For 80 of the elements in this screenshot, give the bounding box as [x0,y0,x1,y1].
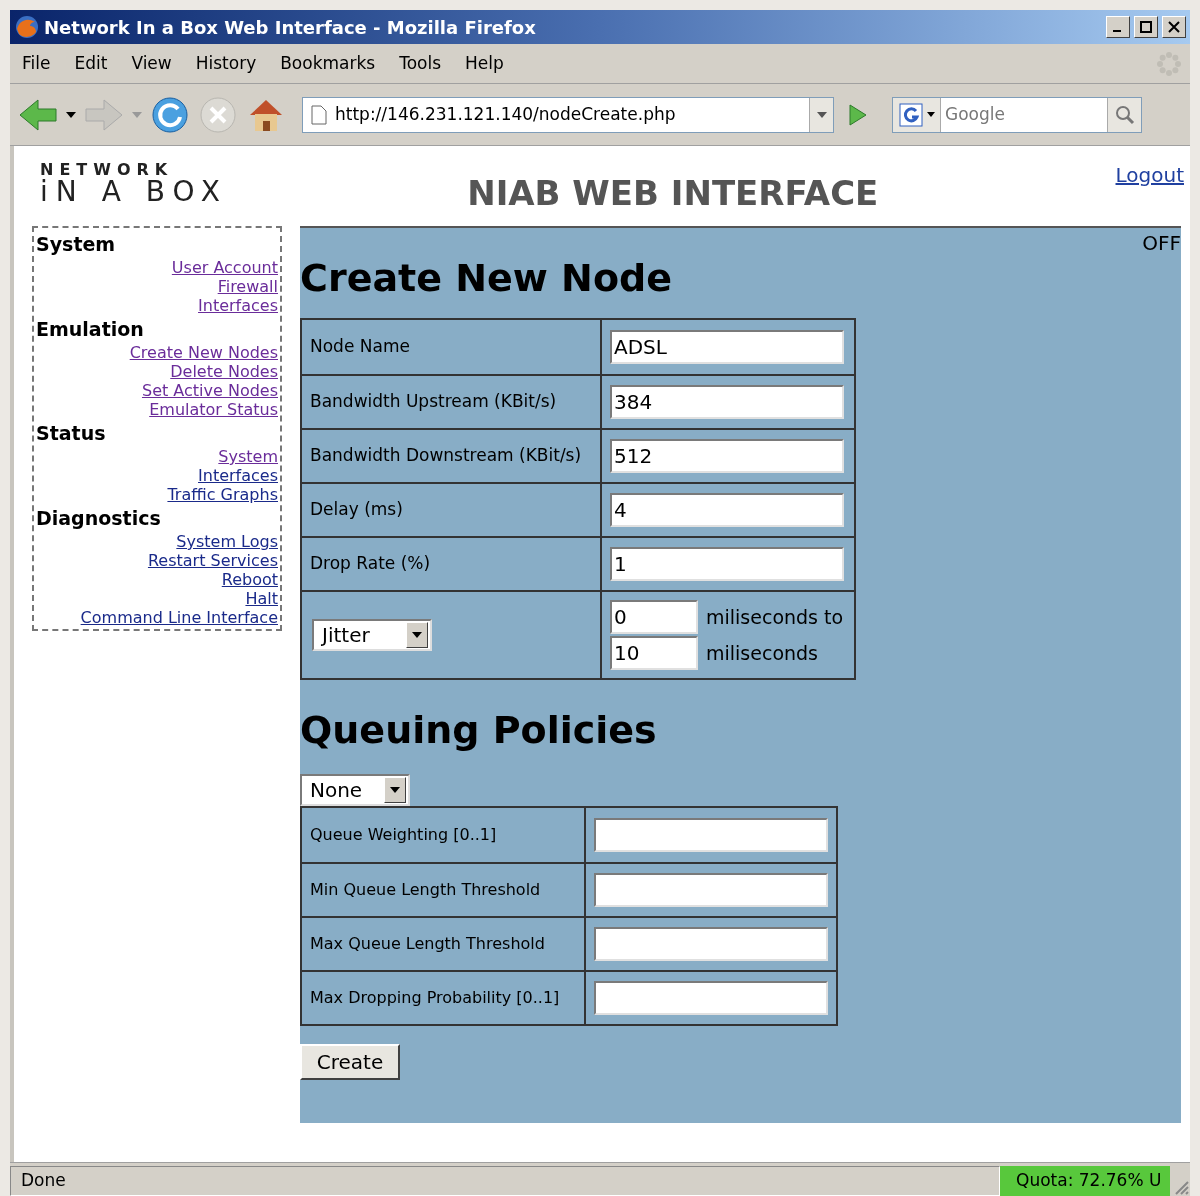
field-label: Queue Weighting [0..1] [310,824,497,846]
form-heading: Create New Node [300,255,673,302]
sidebar-link[interactable]: Restart Services [147,551,278,570]
sidebar-link[interactable]: Interfaces [198,466,278,485]
maximize-button[interactable] [1134,16,1158,38]
quota-indicator: Quota: 72.76% U [1000,1166,1170,1196]
minimize-button[interactable] [1106,16,1130,38]
create-button[interactable]: Create [300,1044,400,1080]
field-label: Max Dropping Probability [0..1] [310,987,560,1009]
input-field[interactable]: 0 [610,600,698,634]
page-icon [311,104,327,125]
sidebar-link[interactable]: Delete Nodes [170,362,278,381]
input-field[interactable] [594,818,828,852]
reload-icon[interactable] [150,94,190,135]
sidebar-link[interactable]: Firewall [217,277,278,296]
menu-item[interactable]: File [10,50,63,77]
menu-item[interactable]: View [119,50,184,77]
minimize-icon [1112,30,1121,32]
maximize-icon [1140,21,1152,33]
input-field[interactable]: 1 [610,547,844,581]
input-field[interactable] [594,981,828,1015]
search-icon [1114,104,1135,125]
sidebar-link[interactable]: Create New Nodes [129,343,278,362]
logo: NETWORK iN A BOX [40,162,229,206]
address-bar[interactable]: http://146.231.121.140/nodeCreate.php [302,96,834,133]
sidebar-link[interactable]: Emulator Status [149,400,278,419]
menu-item[interactable]: Edit [62,50,120,77]
input-field[interactable]: 512 [610,439,844,473]
form-heading: Queuing Policies [300,707,658,754]
field-label: Delay (ms) [310,498,403,522]
section-heading: Emulation [36,317,145,342]
search-field[interactable]: Google [941,101,1107,128]
unit-label: miliseconds [706,640,818,666]
sidebar-link[interactable]: System Logs [176,532,278,551]
menu-item[interactable]: History [183,50,269,77]
input-field[interactable]: 10 [610,636,698,670]
status-text: Done [10,1166,1000,1196]
field-label: Max Queue Length Threshold [310,933,545,955]
field-label: Bandwidth Downstream (KBit/s) [310,444,582,468]
back-arrow-icon[interactable] [18,96,58,133]
caret-icon[interactable] [66,111,76,118]
field-label: Min Queue Length Threshold [310,879,541,901]
menu-item[interactable]: Tools [387,50,454,77]
caret-icon [384,777,406,803]
sidebar-link[interactable]: Reboot [221,570,278,589]
sidebar-link[interactable]: System [218,447,278,466]
dropdown[interactable]: Jitter [312,619,432,651]
fox-globe-icon [14,14,40,40]
sidebar-link[interactable]: Set Active Nodes [141,381,278,400]
caret-icon[interactable] [809,97,833,132]
close-button[interactable] [1162,16,1186,38]
sidebar-link[interactable]: Command Line Interface [80,608,278,627]
field-label: Drop Rate (%) [310,552,431,576]
section-heading: Status [36,421,107,446]
logout-link[interactable]: Logout [1115,160,1184,190]
dropdown[interactable]: None [300,774,410,806]
input-field[interactable] [594,927,828,961]
unit-label: miliseconds to [706,604,844,630]
status-indicator: OFF [1142,230,1181,257]
sidebar-link[interactable]: User Account [171,258,278,277]
window-title: Network In a Box Web Interface - Mozilla Firefox [44,15,537,40]
sidebar-link[interactable]: Interfaces [198,296,278,315]
search-engine-icon[interactable] [893,97,941,132]
sidebar-link[interactable]: Halt [245,589,278,608]
input-field[interactable] [594,873,828,907]
caret-icon [406,622,428,648]
field-label: Bandwidth Upstream (KBit/s) [310,390,557,414]
input-field[interactable]: 4 [610,493,844,527]
input-field[interactable]: 384 [610,385,844,419]
input-field[interactable]: ADSL [610,330,844,364]
search-button[interactable] [1107,97,1141,132]
page-title: NIAB WEB INTERFACE [467,172,879,215]
menu-item[interactable]: Help [453,50,516,77]
field-label: Node Name [310,335,410,359]
search-bar[interactable]: Google [892,96,1142,133]
section-heading: Diagnostics [36,506,162,531]
close-icon [1168,21,1180,33]
menu-item[interactable]: Bookmarks [268,50,388,77]
section-heading: System [36,232,117,257]
sidebar-link[interactable]: Traffic Graphs [167,485,278,504]
